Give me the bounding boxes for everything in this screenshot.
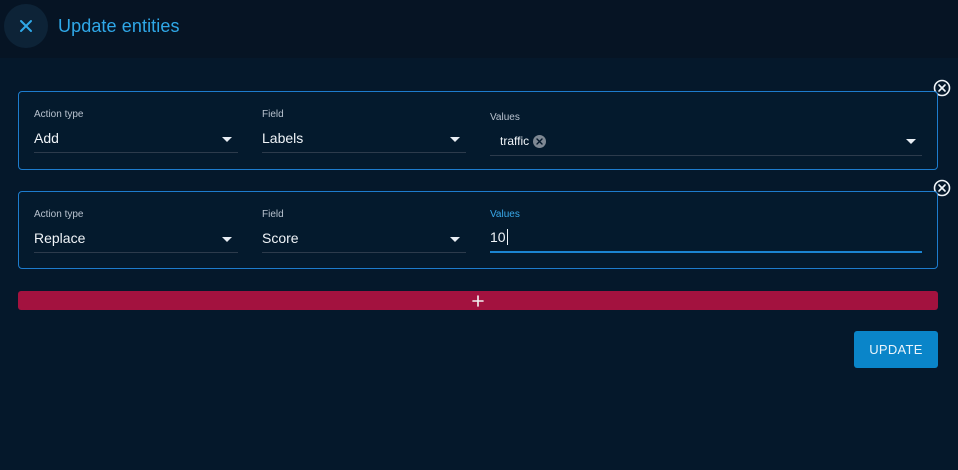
- values-input-value: 10: [490, 229, 506, 245]
- chevron-down-icon: [906, 139, 916, 144]
- field-underline: [490, 155, 922, 156]
- field-underline: [262, 152, 466, 153]
- action-type-select-1[interactable]: Action type Add: [34, 108, 238, 154]
- chip-label: traffic: [500, 134, 530, 148]
- action-type-label: Action type: [34, 109, 84, 120]
- text-cursor: [506, 229, 508, 245]
- field-select-2[interactable]: Field Score: [262, 208, 466, 254]
- close-button[interactable]: [4, 4, 48, 48]
- field-value: Labels: [262, 130, 304, 146]
- update-button[interactable]: UPDATE: [854, 331, 938, 368]
- field-underline-focused: [490, 251, 922, 253]
- field-label: Field: [262, 109, 284, 120]
- values-input-2[interactable]: Values 10: [490, 208, 922, 254]
- operation-card-1: Action type Add Field Labels Values traf…: [18, 91, 938, 170]
- field-underline: [262, 252, 466, 253]
- action-type-value: Add: [34, 130, 59, 146]
- values-label: Values: [490, 112, 520, 123]
- action-type-value: Replace: [34, 230, 86, 246]
- values-select-1[interactable]: Values traffic: [490, 108, 922, 156]
- page-title: Update entities: [58, 16, 180, 36]
- field-underline: [34, 152, 238, 153]
- values-text: 10: [490, 229, 508, 245]
- operation-card-2: Action type Replace Field Score Values 1…: [18, 191, 938, 269]
- chevron-down-icon: [222, 137, 232, 142]
- add-operation-button[interactable]: [18, 291, 938, 310]
- dialog-header: Update entities: [0, 0, 958, 58]
- chevron-down-icon: [450, 137, 460, 142]
- field-underline: [34, 252, 238, 253]
- action-type-label: Action type: [34, 209, 84, 220]
- chevron-down-icon: [450, 237, 460, 242]
- field-select-1[interactable]: Field Labels: [262, 108, 466, 154]
- values-label: Values: [490, 209, 520, 220]
- close-icon: [536, 137, 543, 145]
- chevron-down-icon: [222, 237, 232, 242]
- chip-remove-button[interactable]: [533, 134, 547, 148]
- field-value: Score: [262, 230, 299, 246]
- close-icon: [20, 20, 32, 32]
- value-chip: traffic: [500, 131, 547, 151]
- field-label: Field: [262, 209, 284, 220]
- plus-icon: [472, 294, 484, 307]
- action-type-select-2[interactable]: Action type Replace: [34, 208, 238, 254]
